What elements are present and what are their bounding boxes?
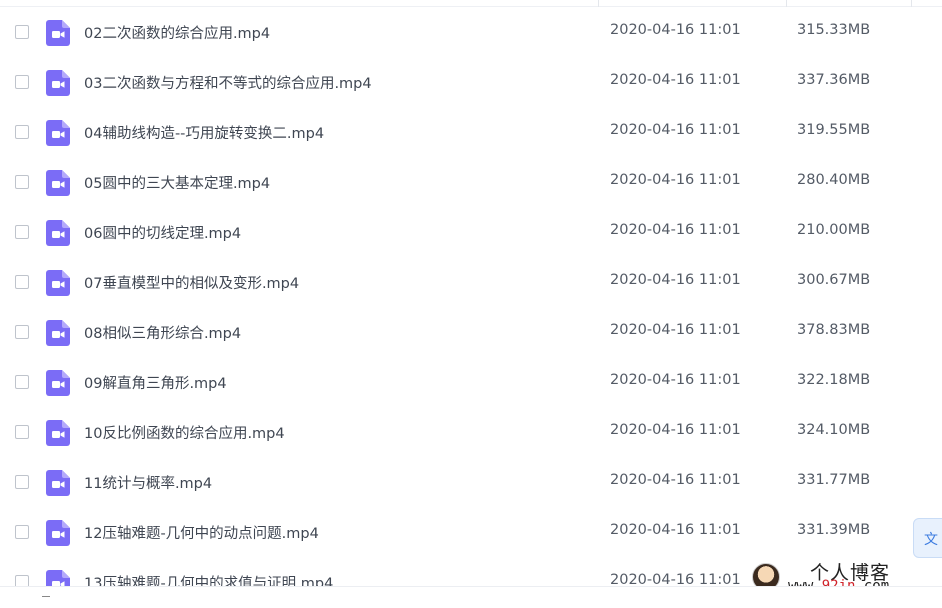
video-file-icon <box>46 470 70 496</box>
file-name[interactable]: 11统计与概率.mp4 <box>84 472 212 493</box>
file-name[interactable]: 10反比例函数的综合应用.mp4 <box>84 422 285 443</box>
file-date: 2020-04-16 11:01 <box>610 322 741 338</box>
file-size: 300.67MB <box>797 272 871 288</box>
video-file-icon <box>46 320 70 346</box>
file-row[interactable]: 11统计与概率.mp4 2020-04-16 11:01 331.77MB <box>0 458 942 508</box>
file-row[interactable]: 08相似三角形综合.mp4 2020-04-16 11:01 378.83MB <box>0 308 942 358</box>
file-name[interactable]: 03二次函数与方程和不等式的综合应用.mp4 <box>84 72 372 93</box>
video-file-icon <box>46 420 70 446</box>
file-date: 2020-04-16 11:01 <box>610 472 741 488</box>
video-file-icon <box>46 220 70 246</box>
side-tab-label: 文 <box>924 532 938 548</box>
file-date: 2020-04-16 11:01 <box>610 72 741 88</box>
file-size: 210.00MB <box>797 222 871 238</box>
file-name[interactable]: 09解直角三角形.mp4 <box>84 372 227 393</box>
file-date: 2020-04-16 11:01 <box>610 422 741 438</box>
row-checkbox[interactable] <box>15 325 29 339</box>
file-name[interactable]: 04辅助线构造--巧用旋转变换二.mp4 <box>84 122 324 143</box>
row-checkbox[interactable] <box>15 375 29 389</box>
file-date: 2020-04-16 11:01 <box>610 522 741 538</box>
file-row[interactable]: 07垂直模型中的相似及变形.mp4 2020-04-16 11:01 300.67M… <box>0 258 942 308</box>
row-checkbox[interactable] <box>15 275 29 289</box>
file-name[interactable]: 08相似三角形综合.mp4 <box>84 322 241 343</box>
file-name[interactable]: 12压轴难题-几何中的动点问题.mp4 <box>84 522 319 543</box>
file-size: 280.40MB <box>797 172 871 188</box>
column-divider-size[interactable] <box>786 0 787 7</box>
file-size: 324.10MB <box>797 422 871 438</box>
file-size: 378.83MB <box>797 322 871 338</box>
file-name[interactable]: 06圆中的切线定理.mp4 <box>84 222 241 243</box>
row-checkbox[interactable] <box>15 475 29 489</box>
file-date: 2020-04-16 11:01 <box>610 222 741 238</box>
bottom-bar <box>0 586 942 600</box>
file-date: 2020-04-16 11:01 <box>610 122 741 138</box>
file-size: 319.55MB <box>797 122 871 138</box>
row-checkbox[interactable] <box>15 125 29 139</box>
file-size: 331.77MB <box>797 472 871 488</box>
file-date: 2020-04-16 11:01 <box>610 22 741 38</box>
video-file-icon <box>46 370 70 396</box>
header-divider <box>0 6 942 7</box>
row-checkbox[interactable] <box>15 25 29 39</box>
file-size: 331.39MB <box>797 522 871 538</box>
side-tab[interactable]: 文 <box>913 518 942 558</box>
file-row[interactable]: 03二次函数与方程和不等式的综合应用.mp4 2020-04-16 11:01 33… <box>0 58 942 108</box>
file-date: 2020-04-16 11:01 <box>610 372 741 388</box>
row-checkbox[interactable] <box>15 225 29 239</box>
column-divider-end[interactable] <box>911 0 912 7</box>
bottom-dash <box>42 596 50 597</box>
file-size: 337.36MB <box>797 72 871 88</box>
file-name[interactable]: 07垂直模型中的相似及变形.mp4 <box>84 272 299 293</box>
file-date: 2020-04-16 11:01 <box>610 172 741 188</box>
file-date: 2020-04-16 11:01 <box>610 272 741 288</box>
file-size: 322.18MB <box>797 372 871 388</box>
file-row[interactable]: 09解直角三角形.mp4 2020-04-16 11:01 322.18MB <box>0 358 942 408</box>
column-divider-date[interactable] <box>598 0 599 7</box>
file-row[interactable]: 02二次函数的综合应用.mp4 2020-04-16 11:01 315.33MB <box>0 8 942 58</box>
video-file-icon <box>46 170 70 196</box>
video-file-icon <box>46 520 70 546</box>
file-list: 02二次函数的综合应用.mp4 2020-04-16 11:01 315.33MB 0… <box>0 8 942 608</box>
row-checkbox[interactable] <box>15 175 29 189</box>
file-size: 315.33MB <box>797 22 871 38</box>
video-file-icon <box>46 70 70 96</box>
file-row[interactable]: 06圆中的切线定理.mp4 2020-04-16 11:01 210.00MB <box>0 208 942 258</box>
video-file-icon <box>46 270 70 296</box>
file-row[interactable]: 04辅助线构造--巧用旋转变换二.mp4 2020-04-16 11:01 319.… <box>0 108 942 158</box>
file-name[interactable]: 02二次函数的综合应用.mp4 <box>84 22 270 43</box>
video-file-icon <box>46 20 70 46</box>
row-checkbox[interactable] <box>15 75 29 89</box>
file-name[interactable]: 05圆中的三大基本定理.mp4 <box>84 172 270 193</box>
file-row[interactable]: 12压轴难题-几何中的动点问题.mp4 2020-04-16 11:01 331.3… <box>0 508 942 558</box>
file-row[interactable]: 05圆中的三大基本定理.mp4 2020-04-16 11:01 280.40MB <box>0 158 942 208</box>
row-checkbox[interactable] <box>15 525 29 539</box>
file-row[interactable]: 10反比例函数的综合应用.mp4 2020-04-16 11:01 324.10MB <box>0 408 942 458</box>
row-checkbox[interactable] <box>15 425 29 439</box>
video-file-icon <box>46 120 70 146</box>
